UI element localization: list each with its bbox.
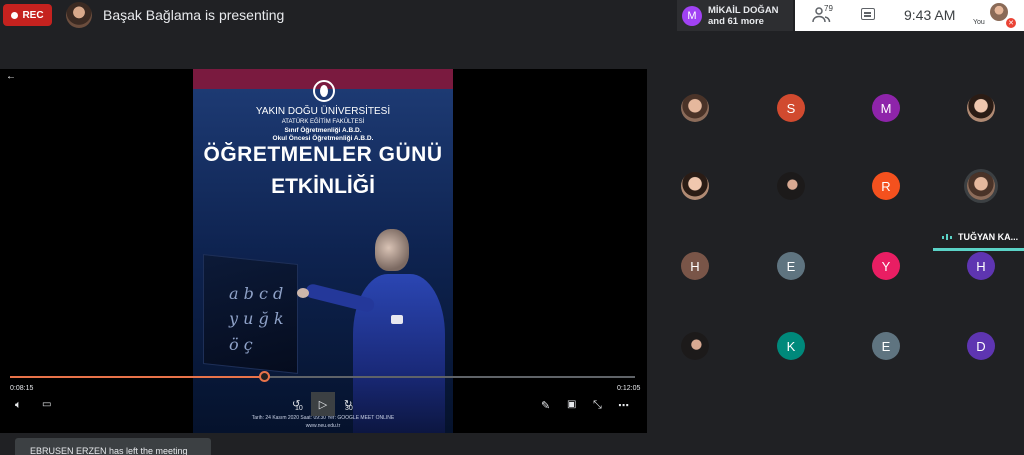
participant-avatar[interactable]: E <box>777 252 805 280</box>
figure-hand <box>297 288 309 298</box>
self-avatar[interactable] <box>990 3 1008 21</box>
meeting-controls-bar: 79 9:43 AM You ✕ <box>795 0 1024 31</box>
volume-icon[interactable]: 🔈︎ <box>15 399 22 412</box>
pinned-avatar: M <box>682 5 702 26</box>
back-arrow-icon[interactable]: ← <box>6 71 16 82</box>
participant-avatar[interactable] <box>777 172 805 200</box>
slide-title-line-1: ÖĞRETMENLER GÜNÜ <box>203 143 443 166</box>
chalk-text-3: ö ç <box>229 335 253 354</box>
rewind-seconds: 10 <box>295 405 303 412</box>
current-time: 0:08:15 <box>10 385 34 392</box>
chalk-text-2: y u ğ k <box>229 309 284 328</box>
slide-department-1: Sınıf Öğretmenliği A.B.D. <box>284 127 362 134</box>
miniplayer-icon[interactable]: ▣ <box>567 399 576 410</box>
active-speaker-label: TUĞYAN KA... <box>942 232 1018 242</box>
recording-badge: REC <box>3 4 52 26</box>
slide-title-line-2: ETKİNLİĞİ <box>271 175 375 198</box>
annotate-pen-icon[interactable]: ✎ <box>541 399 550 412</box>
presenter-avatar <box>66 2 92 28</box>
participant-avatar[interactable] <box>681 172 709 200</box>
participant-avatar[interactable]: H <box>681 252 709 280</box>
participant-avatar[interactable] <box>681 332 709 360</box>
clock: 9:43 AM <box>904 7 956 23</box>
mic-off-icon: ✕ <box>1006 18 1016 28</box>
toast-message: EBRUSEN ERZEN has left the meeting <box>30 446 188 455</box>
participant-avatar[interactable]: D <box>967 332 995 360</box>
active-speaker-name: TUĞYAN KA... <box>958 232 1019 242</box>
participant-avatar[interactable]: Y <box>872 252 900 280</box>
forward-seconds: 30 <box>345 405 353 412</box>
presenter-status: Başak Bağlama is presenting <box>103 7 285 23</box>
meet-window: REC Başak Bağlama is presenting M MİKAİL… <box>0 0 1024 455</box>
more-options-icon[interactable]: ⋯ <box>618 399 629 412</box>
figure-pocket <box>391 315 403 324</box>
presentation-view: ← YAKIN DOĞU ÜNİVERSİTESİ ATATÜRK EĞİTİM… <box>0 69 647 433</box>
chalk-text-1: a b c d <box>229 284 284 303</box>
speaking-indicator-icon <box>942 234 952 240</box>
slide-university: YAKIN DOĞU ÜNİVERSİTESİ <box>255 106 391 117</box>
slide-footer-url: www.neu.edu.tr <box>305 423 341 429</box>
participant-avatar[interactable]: M <box>872 94 900 122</box>
figure-head <box>375 229 409 271</box>
presentation-slide: YAKIN DOĞU ÜNİVERSİTESİ ATATÜRK EĞİTİM F… <box>193 69 453 433</box>
participant-avatar[interactable] <box>681 94 709 122</box>
participant-avatar[interactable]: S <box>777 94 805 122</box>
record-dot-icon <box>11 11 19 19</box>
video-progress-bar[interactable] <box>10 371 635 382</box>
captions-icon[interactable]: ▭ <box>42 399 51 410</box>
play-button[interactable]: ▷ <box>311 392 335 416</box>
slide-faculty: ATATÜRK EĞİTİM FAKÜLTESİ <box>281 119 365 125</box>
pinned-more: and 61 more <box>708 15 764 27</box>
university-logo <box>313 80 335 102</box>
participant-avatar[interactable] <box>967 94 995 122</box>
recording-label: REC <box>22 9 44 21</box>
participant-avatar[interactable]: E <box>872 332 900 360</box>
left-meeting-toast: EBRUSEN ERZEN has left the meeting <box>15 438 211 455</box>
participant-avatar[interactable]: K <box>777 332 805 360</box>
active-speaker-underline <box>933 248 1024 251</box>
video-progress-fill <box>10 376 265 378</box>
total-time: 0:12:05 <box>617 385 641 392</box>
pinned-names: MİKAİL DOĞAN and 61 more <box>708 5 779 27</box>
participant-avatar[interactable]: H <box>967 252 995 280</box>
people-count: 79 <box>824 4 833 13</box>
pinned-name: MİKAİL DOĞAN <box>708 4 779 16</box>
participant-avatar[interactable]: R <box>872 172 900 200</box>
fullscreen-exit-icon[interactable]: ⤡ <box>593 399 602 412</box>
chat-icon[interactable] <box>861 8 875 20</box>
pinned-participants[interactable]: M MİKAİL DOĞAN and 61 more <box>677 0 793 31</box>
video-progress-thumb[interactable] <box>259 371 270 382</box>
self-label: You <box>973 19 985 26</box>
play-icon: ▷ <box>318 398 328 411</box>
slide-department-2: Okul Öncesi Öğretmenliği A.B.D. <box>272 135 374 142</box>
participant-avatar[interactable] <box>967 172 995 200</box>
